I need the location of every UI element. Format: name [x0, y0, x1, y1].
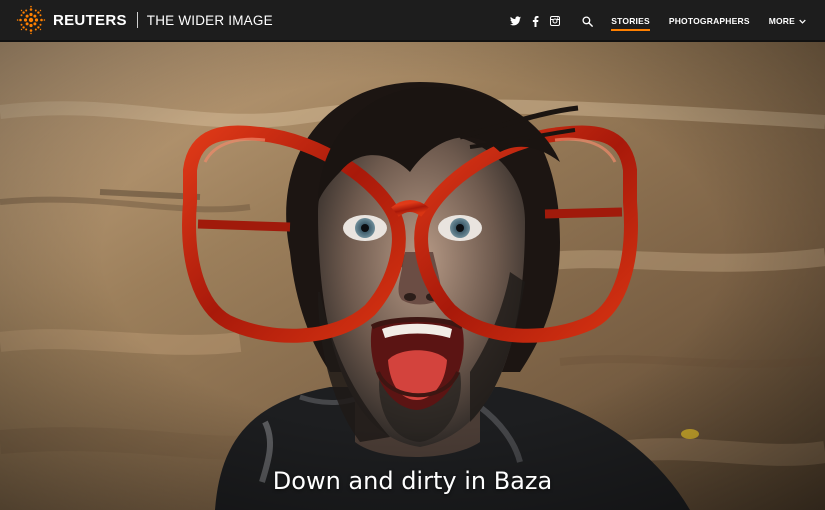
story-title[interactable]: Down and dirty in Baza: [0, 467, 825, 495]
chevron-down-icon: [799, 16, 806, 26]
nav-photographers[interactable]: PHOTOGRAPHERS: [669, 0, 750, 42]
brand-subtitle: THE WIDER IMAGE: [146, 12, 273, 28]
social-links: [509, 15, 561, 27]
nav-more[interactable]: MORE: [769, 0, 806, 42]
main-nav: STORIES PHOTOGRAPHERS MORE: [611, 0, 825, 42]
brand-divider: [136, 12, 138, 28]
hero-image: [0, 42, 825, 510]
search-icon[interactable]: [581, 15, 593, 27]
brand-name: REUTERS: [53, 11, 127, 29]
reuters-logo-icon: [16, 5, 46, 35]
twitter-icon[interactable]: [509, 15, 521, 27]
facebook-icon[interactable]: [529, 15, 541, 27]
nav-stories[interactable]: STORIES: [611, 0, 650, 42]
nav-more-label: MORE: [768, 16, 795, 26]
instagram-icon[interactable]: [549, 15, 561, 27]
top-navigation-bar: REUTERS THE WIDER IMAGE STORIES PHOTOGRA…: [0, 0, 825, 42]
brand-logo-link[interactable]: REUTERS THE WIDER IMAGE: [16, 0, 273, 41]
